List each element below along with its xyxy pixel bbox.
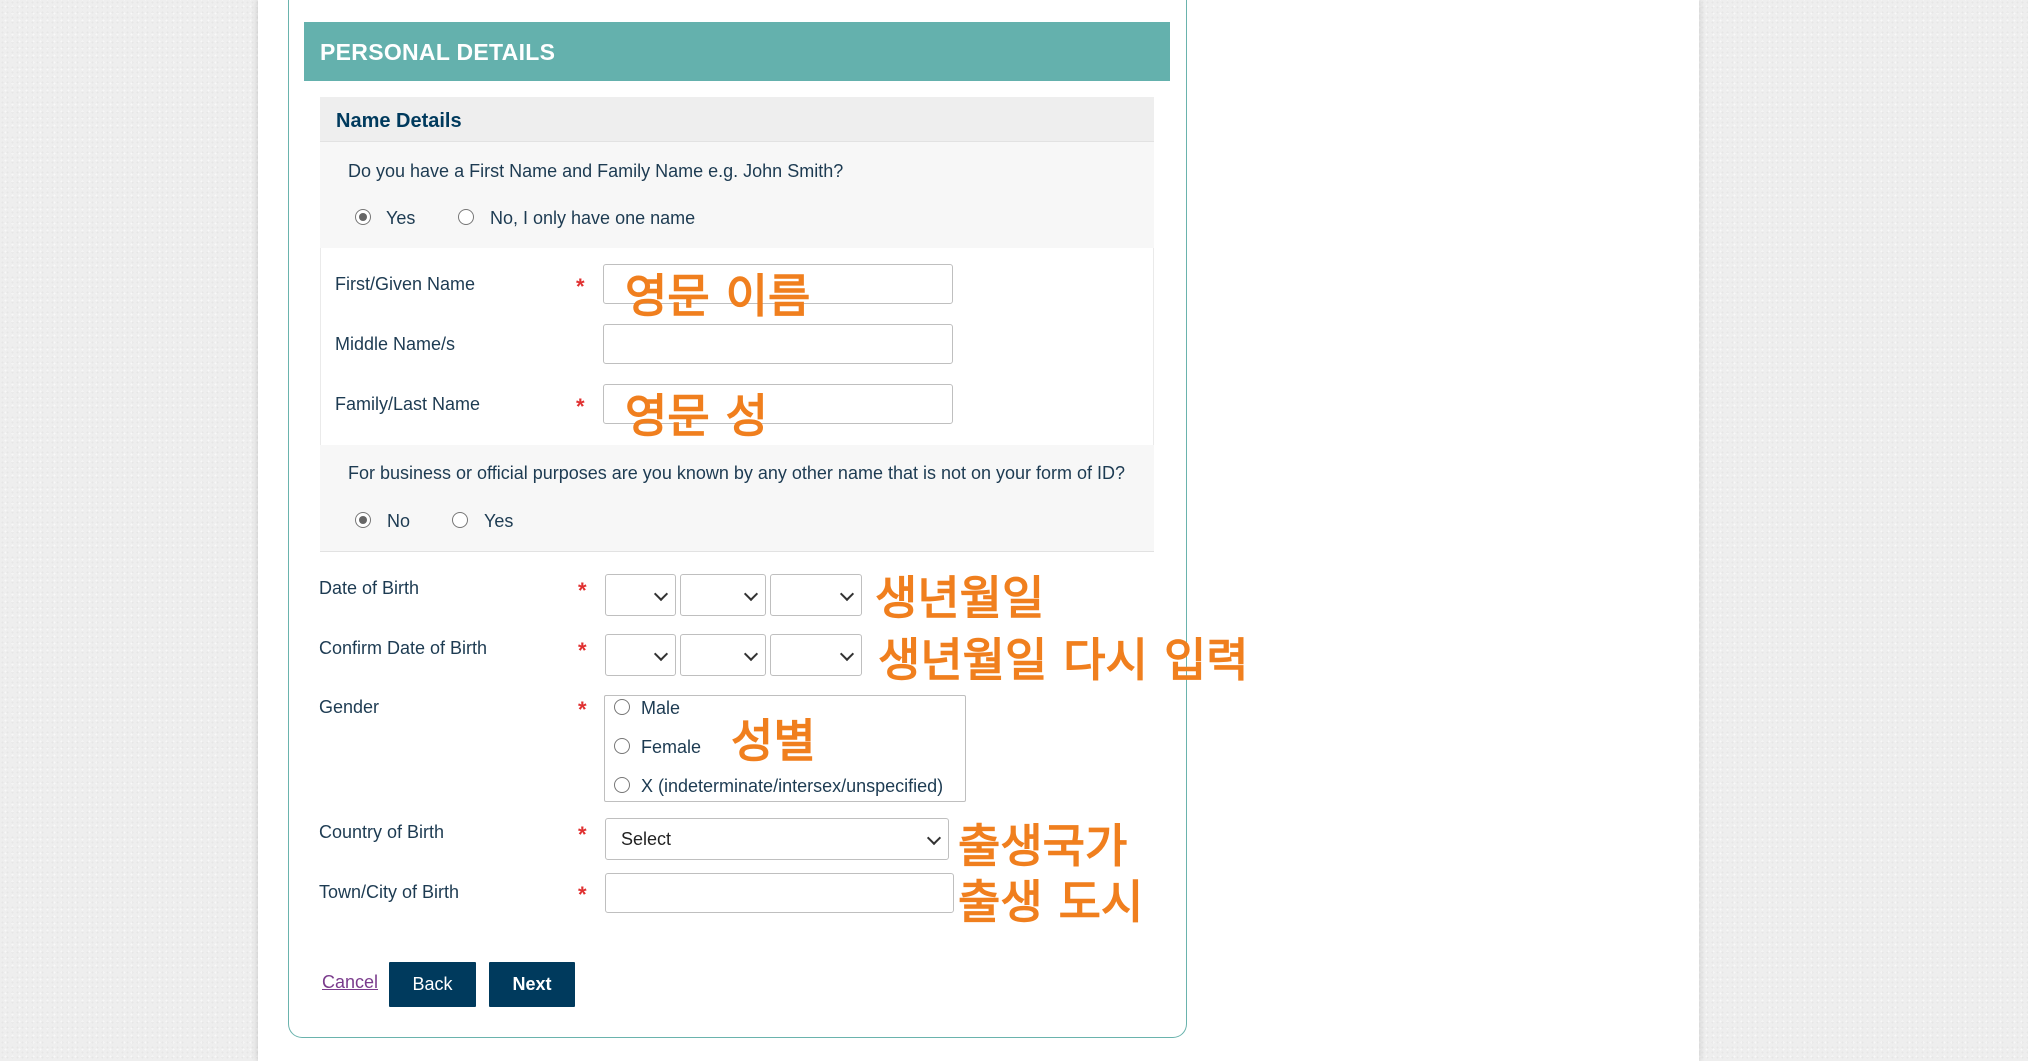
page-container: PERSONAL DETAILS Name Details Do you hav… [258, 0, 1699, 1061]
annotation-dob-confirm: 생년월일 다시 입력 [878, 633, 1249, 687]
annotation-dob: 생년월일 [875, 571, 1045, 625]
chevron-down-icon [926, 830, 942, 846]
chevron-down-icon [743, 586, 759, 602]
last-name-required-marker: * [576, 394, 585, 419]
confirm-dob-required-marker: * [578, 638, 587, 663]
country-of-birth-select[interactable]: Select [605, 818, 949, 860]
chevron-down-icon [839, 646, 855, 662]
middle-name-input[interactable] [603, 324, 953, 364]
other-name-no-label[interactable]: No [387, 511, 410, 532]
gender-male-radio[interactable] [614, 699, 630, 715]
gender-male-label[interactable]: Male [641, 698, 680, 719]
other-name-panel [320, 445, 1154, 552]
country-of-birth-label: Country of Birth [319, 822, 445, 842]
gender-x-label[interactable]: X (indeterminate/intersex/unspecified) [641, 776, 943, 797]
gender-label: Gender [319, 697, 380, 717]
town-of-birth-label: Town/City of Birth [319, 882, 460, 902]
other-name-no-radio[interactable] [355, 512, 371, 528]
other-name-yes-label[interactable]: Yes [484, 511, 513, 532]
annotation-gender: 성별 [731, 714, 816, 768]
back-button[interactable]: Back [389, 962, 476, 1007]
chevron-down-icon [653, 646, 669, 662]
other-name-question: For business or official purposes are yo… [348, 463, 1126, 483]
confirm-dob-month-select[interactable] [680, 634, 766, 676]
chevron-down-icon [653, 586, 669, 602]
dob-label: Date of Birth [319, 578, 420, 598]
confirm-dob-label: Confirm Date of Birth [319, 638, 488, 658]
name-no-label[interactable]: No, I only have one name [490, 208, 695, 229]
country-required-marker: * [578, 822, 587, 847]
gender-x-radio[interactable] [614, 777, 630, 793]
last-name-label: Family/Last Name [335, 394, 481, 414]
middle-name-label: Middle Name/s [335, 334, 456, 354]
annotation-last-name: 영문 성 [625, 389, 768, 443]
dob-day-select[interactable] [605, 574, 676, 616]
town-of-birth-input[interactable] [605, 873, 954, 913]
cancel-link[interactable]: Cancel [322, 972, 378, 993]
first-name-required-marker: * [576, 274, 585, 299]
annotation-town: 출생 도시 [958, 875, 1144, 929]
name-question: Do you have a First Name and Family Name… [348, 161, 844, 181]
confirm-dob-year-select[interactable] [770, 634, 862, 676]
first-name-label: First/Given Name [335, 274, 476, 294]
dob-year-select[interactable] [770, 574, 862, 616]
name-yes-label[interactable]: Yes [386, 208, 415, 229]
gender-required-marker: * [578, 697, 587, 722]
gender-female-label[interactable]: Female [641, 737, 701, 758]
other-name-yes-radio[interactable] [452, 512, 468, 528]
dob-month-select[interactable] [680, 574, 766, 616]
name-no-radio[interactable] [458, 209, 474, 225]
next-button[interactable]: Next [489, 962, 575, 1007]
town-required-marker: * [578, 882, 587, 907]
gender-female-radio[interactable] [614, 738, 630, 754]
country-select-value: Select [621, 829, 672, 849]
chevron-down-icon [839, 586, 855, 602]
dob-required-marker: * [578, 578, 587, 603]
name-details-heading: Name Details [320, 97, 1154, 142]
name-question-panel [320, 142, 1154, 248]
section-header: PERSONAL DETAILS [304, 22, 1170, 81]
confirm-dob-day-select[interactable] [605, 634, 676, 676]
annotation-first-name: 영문 이름 [625, 269, 811, 323]
chevron-down-icon [743, 646, 759, 662]
name-yes-radio[interactable] [355, 209, 371, 225]
